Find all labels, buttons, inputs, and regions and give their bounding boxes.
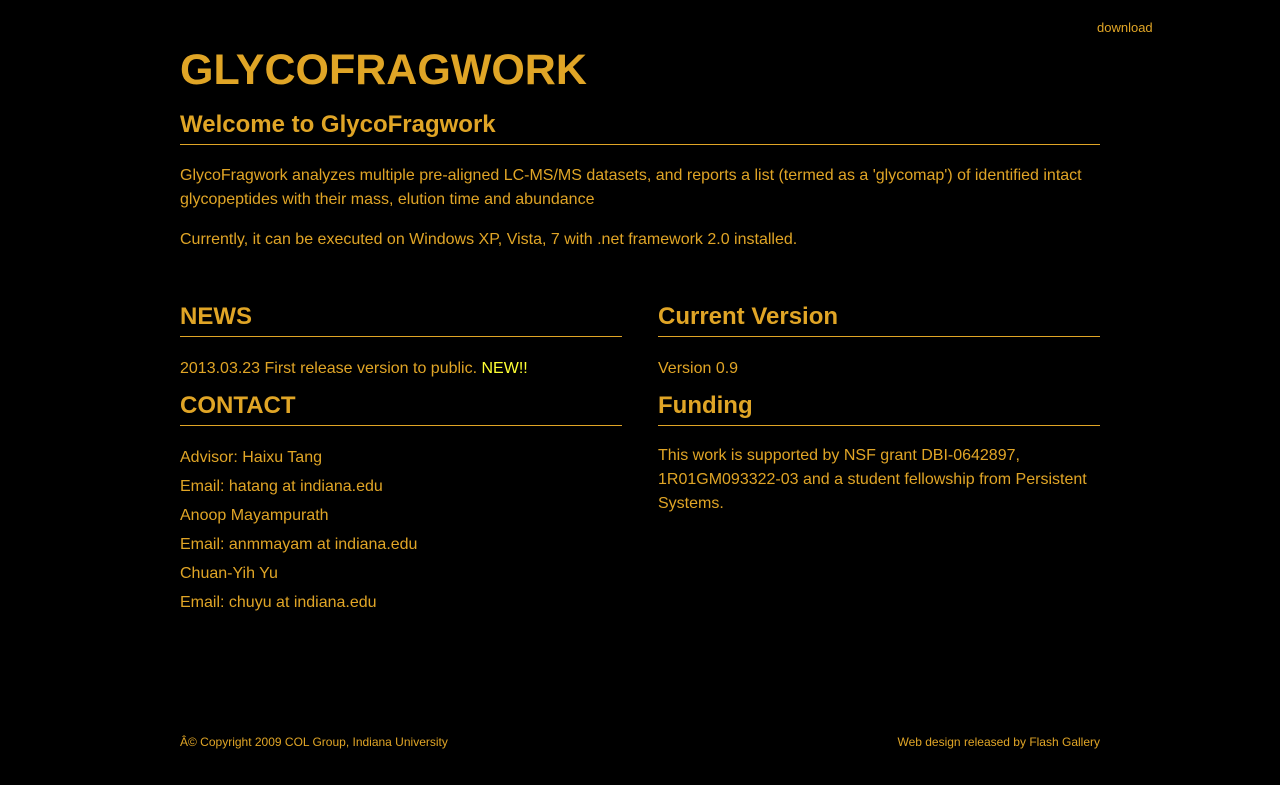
download-link[interactable]: download [1097, 20, 1153, 36]
contact-name: Anoop Mayampurath [180, 507, 329, 524]
contact-list: Advisor: Haixu Tang Email: hatang at ind… [180, 443, 622, 617]
news-item: 2013.03.23 First release version to publ… [180, 357, 622, 381]
welcome-description: GlycoFragwork analyzes multiple pre-alig… [180, 167, 1082, 208]
welcome-requirements: Currently, it can be executed on Windows… [180, 231, 798, 248]
contact-heading: CONTACT [180, 391, 622, 426]
news-heading: NEWS [180, 302, 622, 337]
contact-email: Email: chuyu at indiana.edu [180, 594, 377, 611]
flash-gallery-link[interactable]: Flash Gallery [1029, 735, 1100, 749]
contact-advisor: Advisor: Haixu Tang [180, 449, 322, 466]
footer-credit-prefix: Web design released by [897, 735, 1030, 749]
right-column: Current Version Version 0.9 Funding This… [658, 302, 1100, 516]
current-version-heading: Current Version [658, 302, 1100, 337]
welcome-section: Welcome to GlycoFragwork GlycoFragwork a… [180, 110, 1100, 252]
left-column: NEWS 2013.03.23 First release version to… [180, 302, 622, 617]
welcome-heading: Welcome to GlycoFragwork [180, 110, 1100, 145]
footer-copyright: Â© Copyright 2009 COL Group, Indiana Uni… [180, 735, 448, 749]
funding-heading: Funding [658, 391, 1100, 426]
current-version-text: Version 0.9 [658, 360, 739, 377]
contact-email: Email: hatang at indiana.edu [180, 478, 383, 495]
news-item-text: 2013.03.23 First release version to publ… [180, 360, 482, 377]
new-badge: NEW!! [481, 360, 528, 377]
funding-text: This work is supported by NSF grant DBI-… [658, 447, 1087, 512]
footer-credit: Web design released by Flash Gallery [897, 734, 1100, 750]
contact-name: Chuan-Yih Yu [180, 565, 278, 582]
site-title: GLYCOFRAGWORK [180, 46, 587, 94]
contact-email: Email: anmmayam at indiana.edu [180, 536, 418, 553]
